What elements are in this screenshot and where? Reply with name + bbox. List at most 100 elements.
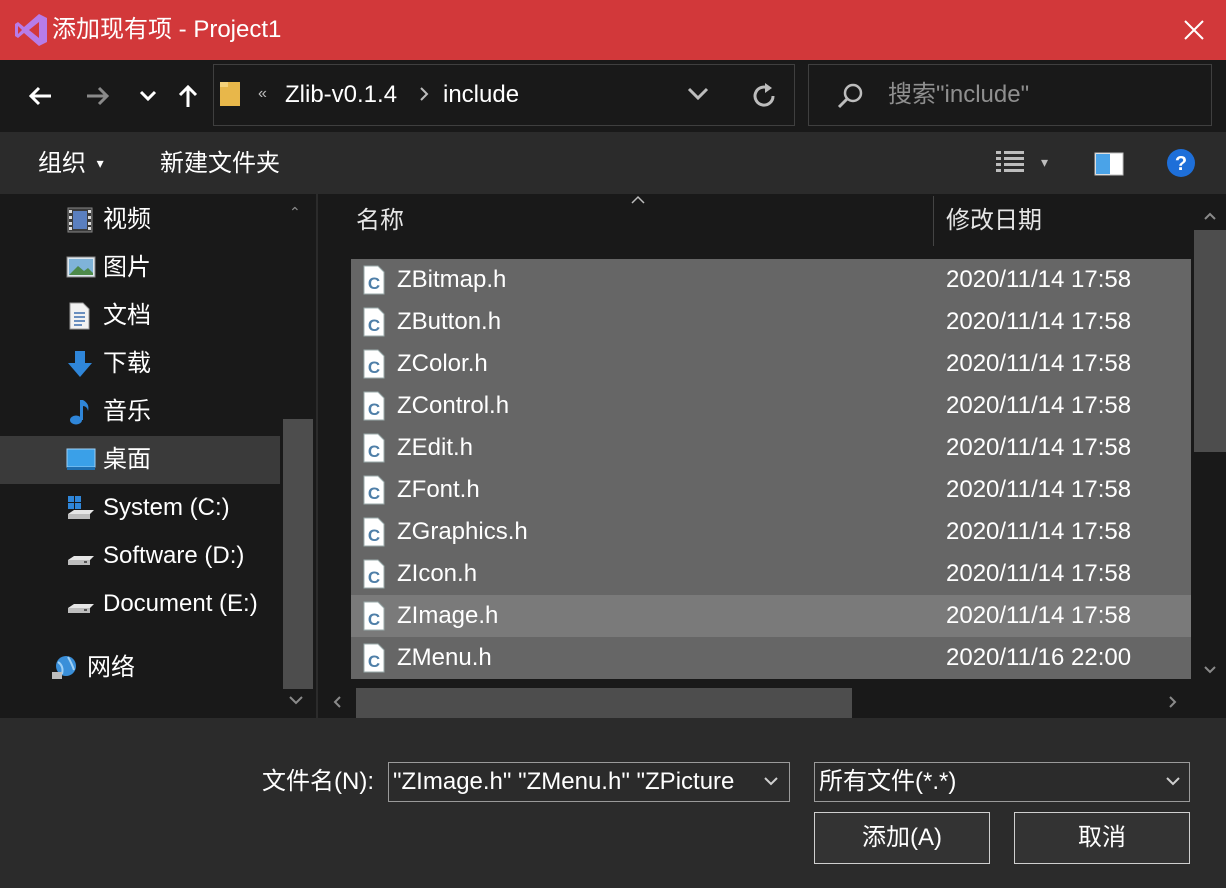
file-type-filter-value: 所有文件(*.*) — [819, 768, 957, 795]
cancel-button[interactable]: 取消 — [1014, 812, 1190, 864]
filename-field[interactable]: "ZImage.h" "ZMenu.h" "ZPicture — [388, 762, 790, 802]
file-row[interactable]: C ZImage.h 2020/11/14 17:58 — [351, 595, 1191, 637]
svg-text:C: C — [368, 400, 380, 419]
file-name: ZControl.h — [397, 392, 510, 419]
address-dropdown-icon[interactable] — [686, 86, 710, 107]
view-options-icon[interactable] — [996, 150, 1026, 181]
scrollbar-thumb[interactable] — [356, 688, 852, 718]
column-divider[interactable] — [933, 196, 934, 246]
sidebar-item-music[interactable]: 音乐 — [0, 388, 280, 436]
file-row[interactable]: C ZBitmap.h 2020/11/14 17:58 — [351, 259, 1191, 301]
sidebar-item-software-d[interactable]: Software (D:) — [0, 532, 280, 580]
music-icon — [66, 398, 96, 426]
chevron-down-icon — [139, 90, 157, 102]
file-type-filter[interactable]: 所有文件(*.*) — [814, 762, 1190, 802]
sidebar-item-system-c[interactable]: System (C:) — [0, 484, 280, 532]
file-name: ZButton.h — [397, 308, 502, 335]
file-row[interactable]: C ZFont.h 2020/11/14 17:58 — [351, 469, 1191, 511]
drive-icon — [66, 542, 96, 570]
desktop-icon — [66, 446, 96, 474]
sidebar-item-downloads[interactable]: 下载 — [0, 340, 280, 388]
chevron-down-icon[interactable] — [763, 775, 779, 793]
file-name: ZGraphics.h — [397, 518, 528, 545]
sidebar-item-label: 桌面 — [103, 446, 151, 473]
sidebar-item-network[interactable]: 网络 — [0, 644, 280, 692]
scroll-left-icon[interactable] — [332, 695, 342, 714]
download-icon — [66, 350, 96, 378]
file-date: 2020/11/14 17:58 — [946, 266, 1132, 293]
scroll-down-icon[interactable] — [1203, 662, 1217, 680]
breadcrumb-segment[interactable]: include — [443, 79, 519, 111]
sidebar-item-videos[interactable]: 视频 — [0, 196, 280, 244]
add-button[interactable]: 添加(A) — [814, 812, 990, 864]
c-header-file-icon: C — [363, 433, 385, 463]
svg-text:C: C — [368, 274, 380, 293]
file-row[interactable]: C ZEdit.h 2020/11/14 17:58 — [351, 427, 1191, 469]
sidebar-item-label: Software (D:) — [103, 542, 245, 569]
sidebar-item-pictures[interactable]: 图片 — [0, 244, 280, 292]
refresh-icon[interactable] — [752, 82, 778, 115]
documents-icon — [66, 302, 96, 330]
new-folder-button[interactable]: 新建文件夹 — [160, 148, 280, 180]
search-icon — [836, 82, 864, 115]
column-header-date[interactable]: 修改日期 — [946, 205, 1042, 237]
svg-text:C: C — [368, 652, 380, 671]
system-drive-icon — [66, 494, 96, 522]
svg-text:C: C — [368, 568, 380, 587]
c-header-file-icon: C — [363, 391, 385, 421]
back-button[interactable] — [20, 76, 60, 116]
file-name: ZFont.h — [397, 476, 480, 503]
file-list-horizontal-scrollbar[interactable] — [318, 686, 1226, 718]
forward-button[interactable] — [78, 76, 118, 116]
file-name: ZBitmap.h — [397, 266, 507, 293]
file-row[interactable]: C ZColor.h 2020/11/14 17:58 — [351, 343, 1191, 385]
sort-ascending-icon — [630, 192, 646, 210]
svg-text:C: C — [368, 442, 380, 461]
sidebar-item-desktop[interactable]: 桌面 — [0, 436, 280, 484]
filename-value[interactable]: "ZImage.h" "ZMenu.h" "ZPicture — [393, 766, 751, 798]
file-row[interactable]: C ZButton.h 2020/11/14 17:58 — [351, 301, 1191, 343]
file-list-vertical-scrollbar[interactable] — [1193, 196, 1226, 686]
dropdown-arrow-icon: ▾ — [96, 155, 104, 171]
window-title: 添加现有项 - Project1 — [52, 16, 282, 43]
arrow-up-icon — [178, 84, 198, 107]
filename-label: 文件名(N): — [262, 768, 374, 795]
scrollbar-thumb[interactable] — [1194, 230, 1226, 452]
sidebar-item-document-e[interactable]: Document (E:) — [0, 580, 280, 628]
scroll-up-icon[interactable]: ⌃ — [289, 204, 301, 221]
file-row[interactable]: C ZControl.h 2020/11/14 17:58 — [351, 385, 1191, 427]
file-row[interactable]: C ZMenu.h 2020/11/16 22:00 — [351, 637, 1191, 679]
scroll-right-icon[interactable] — [1168, 695, 1178, 714]
file-date: 2020/11/14 17:58 — [946, 308, 1132, 335]
sidebar-item-documents[interactable]: 文档 — [0, 292, 280, 340]
file-name: ZMenu.h — [397, 644, 492, 671]
file-date: 2020/11/14 17:58 — [946, 350, 1132, 377]
sidebar-item-label: Document (E:) — [103, 590, 258, 617]
svg-text:?: ? — [1175, 153, 1187, 175]
svg-text:C: C — [368, 358, 380, 377]
file-row[interactable]: C ZIcon.h 2020/11/14 17:58 — [351, 553, 1191, 595]
scroll-up-icon[interactable] — [1203, 208, 1217, 226]
file-date: 2020/11/14 17:58 — [946, 476, 1132, 503]
c-header-file-icon: C — [363, 475, 385, 505]
recent-locations-button[interactable] — [128, 76, 168, 116]
breadcrumb-segment[interactable]: Zlib-v0.1.4 — [285, 79, 397, 111]
address-overflow[interactable]: « — [258, 84, 267, 104]
close-button[interactable] — [1162, 0, 1226, 60]
view-dropdown-icon[interactable]: ▾ — [1041, 154, 1048, 171]
c-header-file-icon: C — [363, 559, 385, 589]
scrollbar-thumb[interactable] — [283, 419, 313, 689]
folder-icon — [219, 80, 241, 108]
file-row[interactable]: C ZGraphics.h 2020/11/14 17:58 — [351, 511, 1191, 553]
svg-text:C: C — [368, 316, 380, 335]
file-name: ZColor.h — [397, 350, 488, 377]
scroll-down-icon[interactable] — [288, 694, 304, 712]
help-icon[interactable]: ? — [1166, 148, 1196, 183]
up-button[interactable] — [168, 76, 208, 116]
navigation-pane-scrollbar[interactable]: ⌃ — [280, 194, 316, 718]
column-header-name[interactable]: 名称 — [356, 205, 404, 237]
preview-pane-icon[interactable] — [1094, 152, 1124, 181]
network-icon — [50, 654, 80, 682]
organize-button[interactable]: 组织 ▾ — [38, 148, 104, 182]
chevron-down-icon[interactable] — [1165, 775, 1181, 793]
